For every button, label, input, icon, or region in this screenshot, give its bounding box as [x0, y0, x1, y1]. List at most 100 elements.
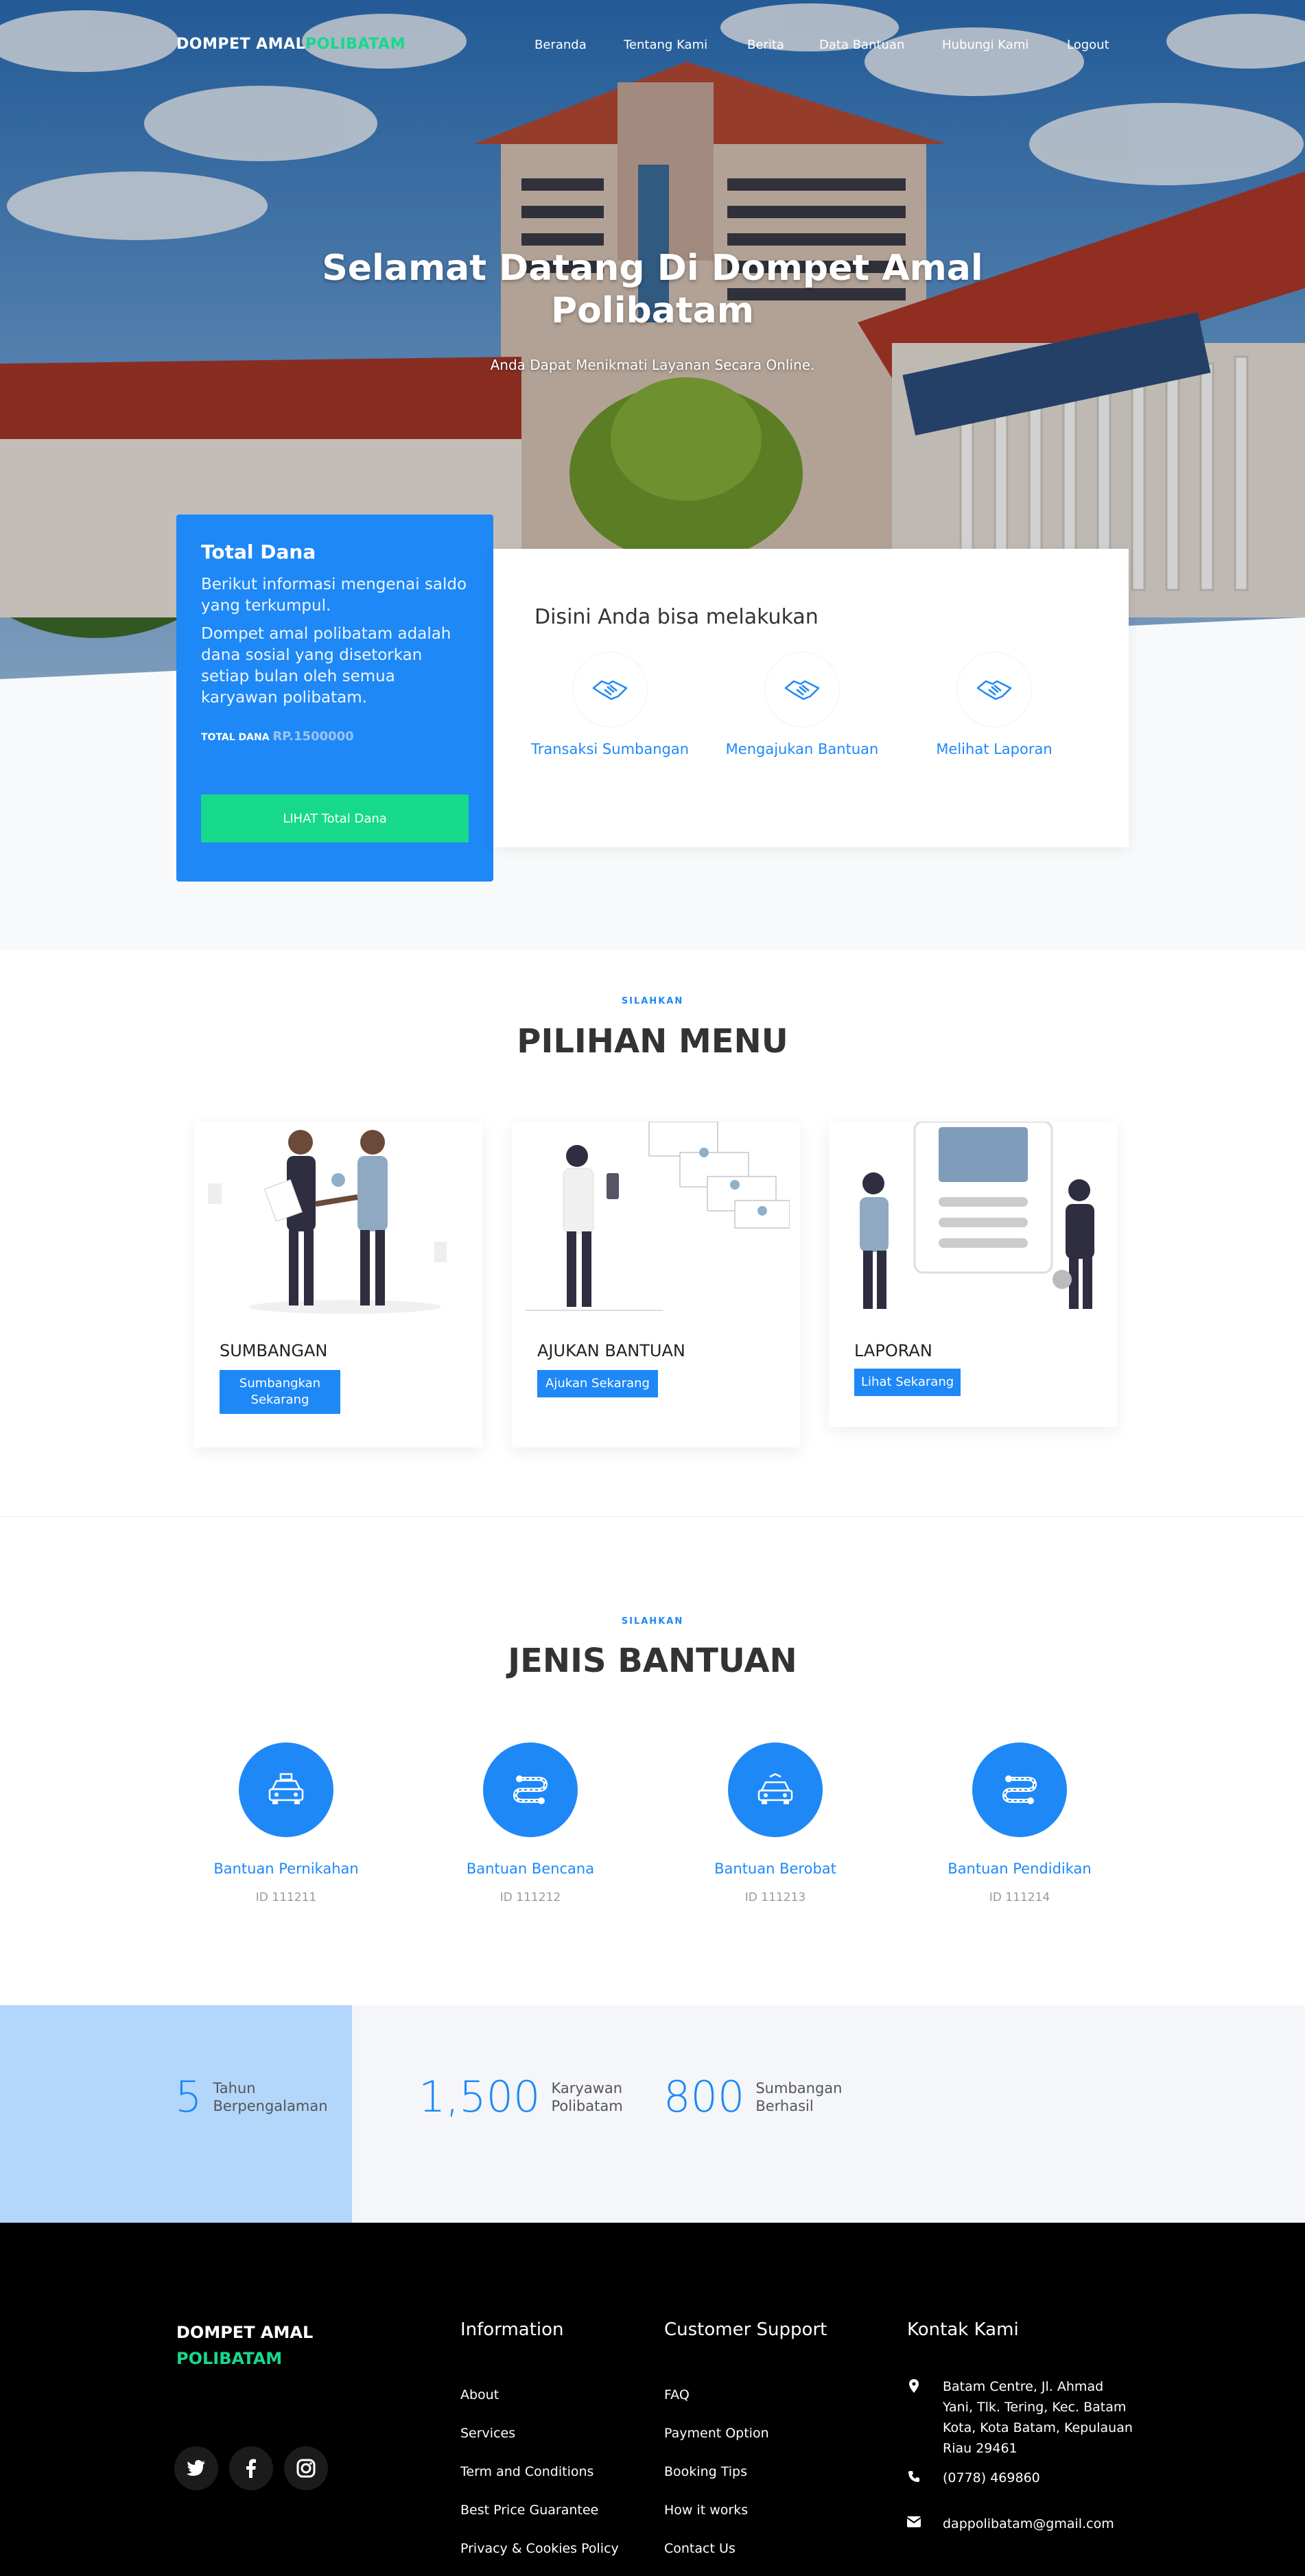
bantuan-id: ID 111212 [499, 1891, 561, 1904]
stat-caption: Karyawan Polibatam [552, 2079, 623, 2115]
fund-desc-2: Dompet amal polibatam adalah dana sosial… [201, 625, 451, 707]
action-mengajukan-bantuan[interactable]: Mengajukan Bantuan [713, 652, 891, 757]
footer-contact-title: Kontak Kami [907, 2319, 1019, 2340]
handshake-icon [956, 652, 1032, 727]
footer-logo-accent: POLIBATAM [176, 2349, 283, 2368]
nav-beranda[interactable]: Beranda [534, 38, 587, 52]
main-nav: Beranda Tentang Kami Berita Data Bantuan… [0, 38, 1305, 58]
hero-subtitle: Anda Dapat Menikmati Layanan Secara Onli… [490, 357, 815, 373]
taxi-icon [239, 1742, 333, 1837]
hero-title: Selamat Datang Di Dompet Amal Polibatam [322, 248, 983, 331]
phone-text: (0778) 469860 [943, 2470, 1040, 2485]
card-title: AJUKAN BANTUAN [537, 1341, 685, 1360]
email-text[interactable]: dappolibatam@gmail.com [943, 2514, 1135, 2534]
map-marker-icon [909, 2379, 919, 2393]
sumbangkan-sekarang-button[interactable]: Sumbangkan Sekarang [220, 1370, 340, 1414]
fund-total: TOTAL DANA RP.1500000 [201, 729, 469, 744]
actions-title: Disini Anda bisa melakukan [534, 605, 819, 629]
stat-sumbangan: 800 Sumbangan Berhasil [663, 2072, 842, 2122]
footer-information-title: Information [460, 2319, 564, 2340]
ajukan-sekarang-button[interactable]: Ajukan Sekarang [537, 1370, 658, 1397]
stat-caption-line1: Karyawan [551, 2079, 623, 2096]
nav-data-bantuan[interactable]: Data Bantuan [819, 38, 904, 52]
bantuan-name: Bantuan Pendidikan [948, 1860, 1092, 1877]
stat-number: 1,500 [419, 2072, 541, 2122]
stat-caption-line2: Berhasil [755, 2097, 814, 2114]
nav-logout[interactable]: Logout [1067, 38, 1109, 52]
instagram-icon[interactable] [284, 2446, 328, 2490]
card-ajukan-bantuan: AJUKAN BANTUAN Ajukan Sekarang [512, 1122, 800, 1447]
card-sumbangan: SUMBANGAN Sumbangkan Sekarang [194, 1122, 482, 1447]
card-title: LAPORAN [854, 1341, 932, 1360]
footer-link-payment[interactable]: Payment Option [664, 2426, 769, 2441]
stat-caption-line1: Sumbangan [755, 2079, 843, 2096]
footer-link-terms[interactable]: Term and Conditions [460, 2464, 593, 2479]
bantuan-id: ID 111214 [989, 1891, 1050, 1904]
nav-tentang-kami[interactable]: Tentang Kami [624, 38, 707, 52]
contact-email: dappolibatam@gmail.com [907, 2514, 1154, 2537]
nav-berita[interactable]: Berita [747, 38, 784, 52]
fund-total-label: TOTAL DANA [201, 732, 270, 743]
lihat-total-dana-button[interactable]: LIHAT Total Dana [201, 794, 469, 842]
handshake-icon [572, 652, 648, 727]
stat-caption-line2: Berpengalaman [213, 2097, 328, 2114]
footer-support-title: Customer Support [664, 2319, 827, 2340]
menu-kicker: SILAHKAN [621, 996, 684, 1006]
fund-total-value: RP.1500000 [272, 729, 354, 744]
footer-link-privacy[interactable]: Privacy & Cookies Policy [460, 2541, 619, 2556]
lihat-sekarang-button[interactable]: Lihat Sekarang [854, 1369, 961, 1396]
bantuan-name: Bantuan Bencana [466, 1860, 595, 1877]
report-illustration [860, 1122, 1094, 1309]
contact-address: Batam Centre, Jl. Ahmad Yani, Tlk. Terin… [907, 2376, 1154, 2466]
card-laporan: LAPORAN Lihat Sekarang [829, 1122, 1117, 1427]
stat-karyawan: 1,500 Karyawan Polibatam [419, 2072, 623, 2122]
card-title: SUMBANGAN [220, 1341, 328, 1360]
address-text: Batam Centre, Jl. Ahmad Yani, Tlk. Terin… [943, 2379, 1133, 2456]
bantuan-id: ID 111211 [255, 1891, 317, 1904]
bantuan-name: Bantuan Pernikahan [213, 1860, 359, 1877]
stat-caption-line1: Tahun [213, 2079, 256, 2096]
action-melihat-laporan[interactable]: Melihat Laporan [905, 652, 1083, 757]
action-transaksi-sumbangan[interactable]: Transaksi Sumbangan [521, 652, 699, 757]
car-icon [728, 1742, 823, 1837]
twitter-icon[interactable] [174, 2446, 218, 2490]
footer-link-how-it-works[interactable]: How it works [664, 2503, 748, 2518]
action-label: Transaksi Sumbangan [530, 741, 690, 757]
facebook-icon[interactable] [229, 2446, 273, 2490]
handshake-illustration [208, 1130, 447, 1314]
bantuan-id: ID 111213 [744, 1891, 806, 1904]
route-icon [483, 1742, 578, 1837]
bantuan-name: Bantuan Berobat [714, 1860, 836, 1877]
footer-link-faq[interactable]: FAQ [664, 2387, 690, 2402]
footer-logo[interactable]: DOMPET AMAL POLIBATAM [176, 2319, 313, 2372]
nav-hubungi-kami[interactable]: Hubungi Kami [942, 38, 1028, 52]
bantuan-bencana[interactable]: Bantuan Bencana ID 111212 [427, 1742, 633, 1904]
route-icon [972, 1742, 1067, 1837]
menu-title: PILIHAN MENU [517, 1022, 788, 1061]
actions-panel: Disini Anda bisa melakukan Transaksi Sum… [493, 549, 1129, 847]
footer: DOMPET AMAL POLIBATAM Information About S… [0, 2223, 1305, 2576]
fund-title: Total Dana [201, 541, 316, 563]
total-dana-card: Total Dana Berikut informasi mengenai sa… [176, 515, 493, 882]
footer-link-services[interactable]: Services [460, 2426, 515, 2441]
bantuan-pernikahan[interactable]: Bantuan Pernikahan ID 111211 [183, 1742, 389, 1904]
footer-logo-text: DOMPET AMAL [176, 2323, 314, 2342]
envelope-icon [907, 2516, 921, 2527]
action-label: Mengajukan Bantuan [725, 741, 879, 757]
stat-caption: Sumbangan Berhasil [755, 2079, 842, 2115]
stat-number: 800 [663, 2072, 745, 2122]
footer-link-booking-tips[interactable]: Booking Tips [664, 2464, 747, 2479]
stat-number: 5 [175, 2072, 202, 2122]
handshake-icon [764, 652, 840, 727]
stat-caption-line2: Polibatam [551, 2097, 623, 2114]
stat-tahun: 5 Tahun Berpengalaman [175, 2072, 328, 2122]
footer-link-best-price[interactable]: Best Price Guarantee [460, 2503, 598, 2518]
bantuan-pendidikan[interactable]: Bantuan Pendidikan ID 111214 [917, 1742, 1122, 1904]
fund-desc-1: Berikut informasi mengenai saldo yang te… [201, 576, 467, 615]
phone-user-illustration [526, 1122, 790, 1311]
jenis-kicker: SILAHKAN [621, 1616, 684, 1627]
footer-link-about[interactable]: About [460, 2387, 499, 2402]
bantuan-berobat[interactable]: Bantuan Berobat ID 111213 [672, 1742, 878, 1904]
footer-link-contact[interactable]: Contact Us [664, 2541, 736, 2556]
stat-caption: Tahun Berpengalaman [213, 2079, 327, 2115]
